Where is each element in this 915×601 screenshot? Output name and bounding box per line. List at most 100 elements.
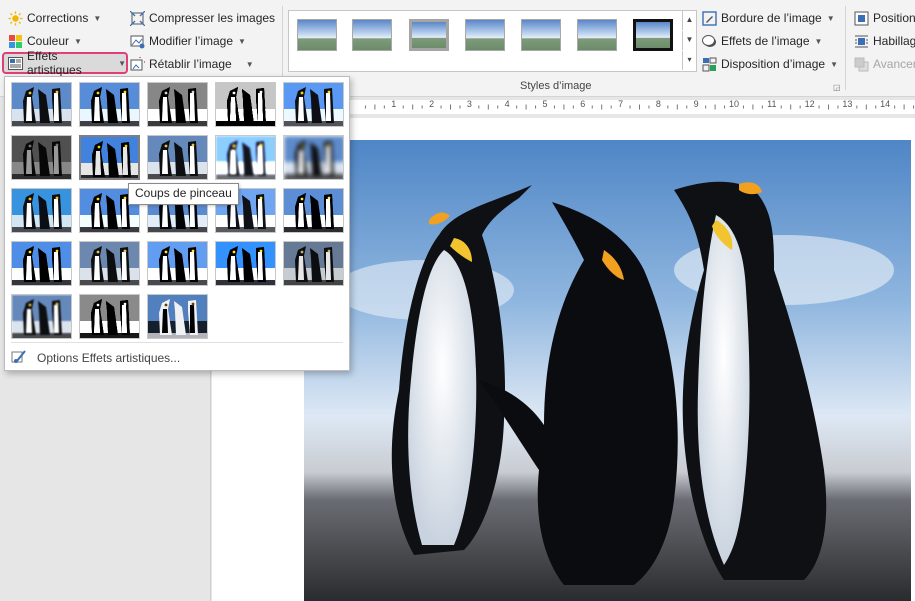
chevron-down-icon: ▼	[238, 36, 246, 46]
artistic-effect-option[interactable]	[215, 241, 276, 286]
chevron-down-icon: ▼	[814, 36, 823, 46]
picture-style-3[interactable]	[409, 19, 449, 51]
picture-border-button[interactable]: Bordure de l’image ▼	[702, 8, 835, 28]
sun-icon	[8, 11, 23, 26]
ruler-label: 4	[504, 99, 510, 109]
compress-label: Compresser les images	[149, 11, 276, 25]
wrap-text-label: Habillag	[873, 34, 915, 48]
artistic-effect-option[interactable]	[79, 241, 140, 286]
chevron-down-icon: ▼	[93, 13, 102, 23]
brush-options-icon	[11, 349, 27, 368]
dialog-launcher-icon[interactable]: ◲	[833, 83, 841, 92]
artistic-effect-option[interactable]	[147, 294, 208, 339]
ruler-label: 6	[580, 99, 586, 109]
compress-icon	[129, 10, 146, 26]
horizontal-ruler[interactable]: 1 2 3 4 5 6 7 8 9 10 11 12 13 14	[348, 97, 915, 117]
artistic-effect-option[interactable]	[147, 241, 208, 286]
picture-effects-button[interactable]: Effets de l’image ▼	[702, 31, 822, 51]
artistic-effect-option[interactable]	[283, 135, 344, 180]
ruler-label: 10	[728, 99, 739, 109]
picture-layout-label: Disposition d’image	[721, 57, 826, 71]
artistic-effects-menu: Options Effets artistiques...	[4, 76, 350, 371]
artistic-effects-options-item[interactable]: Options Effets artistiques...	[11, 349, 180, 367]
group-separator	[845, 6, 846, 90]
artistic-effects-icon	[8, 56, 23, 71]
chevron-down-icon: ▼	[118, 58, 126, 68]
picture-effects-label: Effets de l’image	[721, 34, 810, 48]
palette-icon	[8, 34, 23, 49]
picture-layout-button[interactable]: Disposition d’image ▼	[702, 54, 838, 74]
color-button[interactable]: Couleur ▼	[8, 31, 82, 51]
change-picture-label: Modifier l’image	[149, 34, 234, 48]
picture-styles-group-label: Styles d’image	[520, 80, 592, 92]
ruler-label: 7	[618, 99, 624, 109]
artistic-effect-option[interactable]	[283, 188, 344, 233]
artistic-effect-option[interactable]	[11, 294, 72, 339]
ruler-label: 3	[466, 99, 472, 109]
wrap-text-button[interactable]: Habillag	[854, 31, 915, 51]
picture-style-2[interactable]	[352, 19, 392, 51]
reset-picture-button[interactable]: Rétablir l’image ▼	[130, 52, 254, 74]
artistic-effect-option[interactable]	[79, 82, 140, 127]
ruler-label: 12	[804, 99, 815, 109]
gallery-scroll-down[interactable]: ▼	[682, 31, 696, 50]
picture-style-1[interactable]	[297, 19, 337, 51]
artistic-effect-option[interactable]	[283, 241, 344, 286]
picture-border-label: Bordure de l’image	[721, 11, 822, 25]
chevron-down-icon: ▼	[245, 59, 254, 69]
menu-separator	[11, 342, 343, 343]
picture-styles-gallery[interactable]: ▲ ▼ ▾	[288, 10, 697, 72]
picture-style-5[interactable]	[521, 19, 561, 51]
ruler-label: 5	[542, 99, 548, 109]
artistic-effects-button[interactable]: Effets artistiques ▼	[2, 49, 128, 77]
reset-picture-icon	[130, 52, 149, 72]
picture-effects-icon	[702, 34, 717, 49]
position-label: Position	[873, 11, 915, 25]
chevron-down-icon: ▼	[826, 13, 835, 23]
ruler-label: 2	[429, 99, 435, 109]
pen-border-icon	[702, 10, 717, 26]
artistic-effect-option[interactable]	[215, 135, 276, 180]
ruler-label: 11	[767, 99, 777, 109]
artistic-effect-option[interactable]	[11, 241, 72, 286]
bring-forward-icon	[854, 57, 869, 72]
compress-pictures-button[interactable]: Compresser les images	[129, 8, 276, 28]
ruler-label: 1	[391, 99, 397, 109]
picture-layout-icon	[702, 57, 717, 72]
reset-picture-label: Rétablir l’image	[149, 57, 232, 71]
artistic-effect-option[interactable]	[11, 135, 72, 180]
artistic-effects-options-label: Options Effets artistiques...	[37, 351, 181, 365]
gallery-more-button[interactable]: ▾	[682, 51, 696, 70]
wrap-text-icon	[854, 34, 869, 49]
artistic-effects-label: Effets artistiques	[27, 49, 82, 77]
color-label: Couleur	[27, 34, 70, 48]
ruler-label: 9	[693, 99, 699, 109]
chevron-down-icon: ▼	[830, 59, 838, 69]
penguins-picture[interactable]	[304, 140, 911, 601]
chevron-down-icon: ▼	[74, 36, 82, 46]
artistic-effect-option[interactable]	[215, 82, 276, 127]
picture-style-7[interactable]	[633, 19, 673, 51]
change-picture-button[interactable]: Modifier l’image ▼	[130, 31, 246, 51]
ruler-label: 8	[655, 99, 661, 109]
position-icon	[854, 11, 869, 26]
picture-style-6[interactable]	[577, 19, 617, 51]
bring-forward-button[interactable]: Avancer	[854, 54, 915, 74]
corrections-label: Corrections	[27, 11, 89, 25]
change-picture-icon	[130, 34, 145, 49]
ruler-label: 13	[842, 99, 853, 109]
effect-tooltip: Coups de pinceau	[128, 183, 239, 205]
artistic-effect-option[interactable]	[11, 82, 72, 127]
ruler-label: 14	[880, 99, 891, 109]
bring-forward-label: Avancer	[873, 57, 915, 71]
artistic-effect-option[interactable]	[79, 135, 140, 180]
artistic-effect-option[interactable]	[147, 82, 208, 127]
gallery-scroll-up[interactable]: ▲	[682, 11, 696, 30]
position-button[interactable]: Position	[854, 8, 915, 28]
picture-style-4[interactable]	[465, 19, 505, 51]
artistic-effect-option[interactable]	[11, 188, 72, 233]
artistic-effect-option[interactable]	[79, 294, 140, 339]
artistic-effect-option[interactable]	[147, 135, 208, 180]
corrections-button[interactable]: Corrections ▼	[8, 8, 101, 28]
artistic-effect-option[interactable]	[283, 82, 344, 127]
